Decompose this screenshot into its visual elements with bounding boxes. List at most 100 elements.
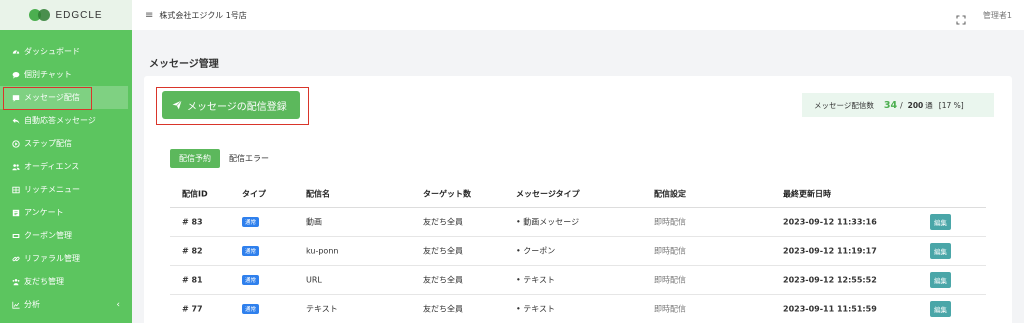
delivery-id: # 81 bbox=[182, 275, 203, 285]
column-header[interactable]: タイプ bbox=[242, 188, 266, 199]
type-badge: 通常 bbox=[242, 217, 260, 227]
sidebar-item-audience[interactable]: オーディエンス bbox=[0, 155, 132, 178]
message-type: テキスト bbox=[516, 304, 555, 315]
delivery-setting: 即時配信 bbox=[654, 304, 686, 314]
reply-icon bbox=[11, 116, 20, 125]
send-icon bbox=[172, 100, 182, 110]
sidebar-item-label: ダッシュボード bbox=[24, 47, 80, 56]
column-header[interactable]: ターゲット数 bbox=[423, 188, 471, 199]
sidebar-item-dashboard[interactable]: ダッシュボード bbox=[0, 40, 132, 63]
fullscreen-icon[interactable] bbox=[956, 10, 966, 25]
register-message-button[interactable]: メッセージの配信登録 bbox=[162, 91, 300, 119]
survey-icon bbox=[11, 208, 20, 217]
sidebar-item-label: リファラル管理 bbox=[24, 254, 80, 263]
type-badge: 通常 bbox=[242, 275, 260, 285]
sidebar-item-friends[interactable]: 友だち管理 bbox=[0, 270, 132, 293]
sidebar-nav: ダッシュボード 個別チャット メッセージ配信 自動応答メッセージ ステップ配信 … bbox=[0, 40, 132, 316]
sidebar-item-label: アンケート bbox=[24, 208, 64, 217]
dashboard-icon bbox=[11, 47, 20, 56]
table-row: # 83 通常 動画 友だち全員 動画メッセージ 即時配信 2023-09-12… bbox=[170, 208, 986, 237]
edit-button[interactable]: 編集 bbox=[930, 301, 951, 317]
audience-icon bbox=[11, 162, 20, 171]
sidebar-item-analysis[interactable]: 分析 ‹ bbox=[0, 293, 132, 316]
type-badge: 通常 bbox=[242, 246, 260, 256]
table-header-row: 配信ID タイプ 配信名 ターゲット数 メッセージタイプ 配信設定 最終更新日時 bbox=[170, 180, 986, 208]
message-table: 配信ID タイプ 配信名 ターゲット数 メッセージタイプ 配信設定 最終更新日時… bbox=[170, 180, 986, 323]
sidebar-item-label: リッチメニュー bbox=[24, 185, 80, 194]
table-row: # 82 通常 ku-ponn 友だち全員 クーポン 即時配信 2023-09-… bbox=[170, 237, 986, 266]
updated-at: 2023-09-11 11:51:59 bbox=[783, 304, 877, 314]
step-icon bbox=[11, 139, 20, 148]
admin-user-label[interactable]: 管理者1 bbox=[983, 10, 1012, 21]
tab-scheduled[interactable]: 配信予約 bbox=[170, 149, 220, 168]
top-header: ≡ 株式会社エジクル 1号店 管理者1 bbox=[132, 0, 1024, 30]
updated-at: 2023-09-12 12:55:52 bbox=[783, 275, 877, 285]
delivery-name: URL bbox=[306, 275, 322, 285]
message-type: 動画メッセージ bbox=[516, 217, 579, 228]
logo[interactable]: EDGCLE bbox=[0, 0, 132, 30]
message-type: テキスト bbox=[516, 275, 555, 286]
page-title: メッセージ管理 bbox=[149, 59, 219, 70]
target-count: 友だち全員 bbox=[423, 246, 463, 256]
sidebar-item-referral[interactable]: リファラル管理 bbox=[0, 247, 132, 270]
sidebar-item-survey[interactable]: アンケート bbox=[0, 201, 132, 224]
sidebar-item-label: 友だち管理 bbox=[24, 277, 64, 286]
register-message-label: メッセージの配信登録 bbox=[187, 101, 287, 113]
column-header[interactable]: 配信名 bbox=[306, 188, 330, 199]
delivery-name: ku-ponn bbox=[306, 246, 339, 256]
delivery-count-panel: メッセージ配信数 34 / 200 通 [17 %] bbox=[802, 93, 994, 117]
delivery-id: # 83 bbox=[182, 217, 203, 227]
sidebar-item-message[interactable]: メッセージ配信 bbox=[0, 86, 128, 109]
sidebar-item-rich-menu[interactable]: リッチメニュー bbox=[0, 178, 132, 201]
sidebar-item-label: 個別チャット bbox=[24, 70, 72, 79]
chat-icon bbox=[11, 70, 20, 79]
message-icon bbox=[11, 93, 20, 102]
delivery-id: # 82 bbox=[182, 246, 203, 256]
hamburger-menu-icon[interactable]: ≡ bbox=[145, 10, 153, 21]
column-header[interactable]: 配信設定 bbox=[654, 188, 686, 199]
edit-button[interactable]: 編集 bbox=[930, 214, 951, 230]
delivery-name: テキスト bbox=[306, 304, 338, 314]
delivery-setting: 即時配信 bbox=[654, 275, 686, 285]
store-name: 株式会社エジクル 1号店 bbox=[159, 10, 247, 20]
target-count: 友だち全員 bbox=[423, 275, 463, 285]
sidebar-item-label: クーポン管理 bbox=[24, 231, 72, 240]
sidebar: EDGCLE ダッシュボード 個別チャット メッセージ配信 自動応答メッセージ … bbox=[0, 0, 132, 323]
delivery-count-separator: / bbox=[900, 100, 903, 110]
chart-icon bbox=[11, 300, 20, 309]
sidebar-item-coupon[interactable]: クーポン管理 bbox=[0, 224, 132, 247]
sidebar-item-label: 自動応答メッセージ bbox=[24, 116, 96, 125]
edit-button[interactable]: 編集 bbox=[930, 272, 951, 288]
delivery-id: # 77 bbox=[182, 304, 203, 314]
table-row: # 81 通常 URL 友だち全員 テキスト 即時配信 2023-09-12 1… bbox=[170, 266, 986, 295]
sidebar-item-auto-reply[interactable]: 自動応答メッセージ bbox=[0, 109, 132, 132]
link-icon bbox=[11, 254, 20, 263]
delivery-name: 動画 bbox=[306, 217, 322, 227]
column-header[interactable]: 最終更新日時 bbox=[783, 188, 831, 199]
sidebar-item-label: オーディエンス bbox=[24, 162, 80, 171]
tab-error[interactable]: 配信エラー bbox=[220, 149, 278, 168]
sidebar-item-label: メッセージ配信 bbox=[24, 93, 80, 102]
logo-mark bbox=[29, 9, 51, 21]
type-badge: 通常 bbox=[242, 304, 260, 314]
updated-at: 2023-09-12 11:19:17 bbox=[783, 246, 877, 256]
target-count: 友だち全員 bbox=[423, 217, 463, 227]
sidebar-item-label: 分析 bbox=[24, 300, 40, 309]
sidebar-item-label: ステップ配信 bbox=[24, 139, 72, 148]
message-management-card: メッセージの配信登録 メッセージ配信数 34 / 200 通 [17 %] 配信… bbox=[144, 76, 1012, 323]
delivery-count-unit: 通 bbox=[925, 100, 933, 110]
logo-text: EDGCLE bbox=[55, 9, 103, 21]
delivery-count-label: メッセージ配信数 bbox=[814, 100, 874, 110]
delivery-setting: 即時配信 bbox=[654, 246, 686, 256]
sidebar-item-step[interactable]: ステップ配信 bbox=[0, 132, 132, 155]
delivery-count-current: 34 bbox=[883, 99, 898, 111]
grid-icon bbox=[11, 185, 20, 194]
sidebar-item-chat[interactable]: 個別チャット bbox=[0, 63, 132, 86]
edit-button[interactable]: 編集 bbox=[930, 243, 951, 259]
chevron-left-icon[interactable]: ‹ bbox=[116, 300, 120, 310]
delivery-count-percent: [17 %] bbox=[938, 100, 964, 110]
delivery-count-limit: 200 bbox=[907, 100, 924, 110]
delivery-tabs: 配信予約 配信エラー bbox=[170, 149, 278, 168]
column-header[interactable]: 配信ID bbox=[182, 188, 208, 199]
column-header[interactable]: メッセージタイプ bbox=[516, 188, 580, 199]
